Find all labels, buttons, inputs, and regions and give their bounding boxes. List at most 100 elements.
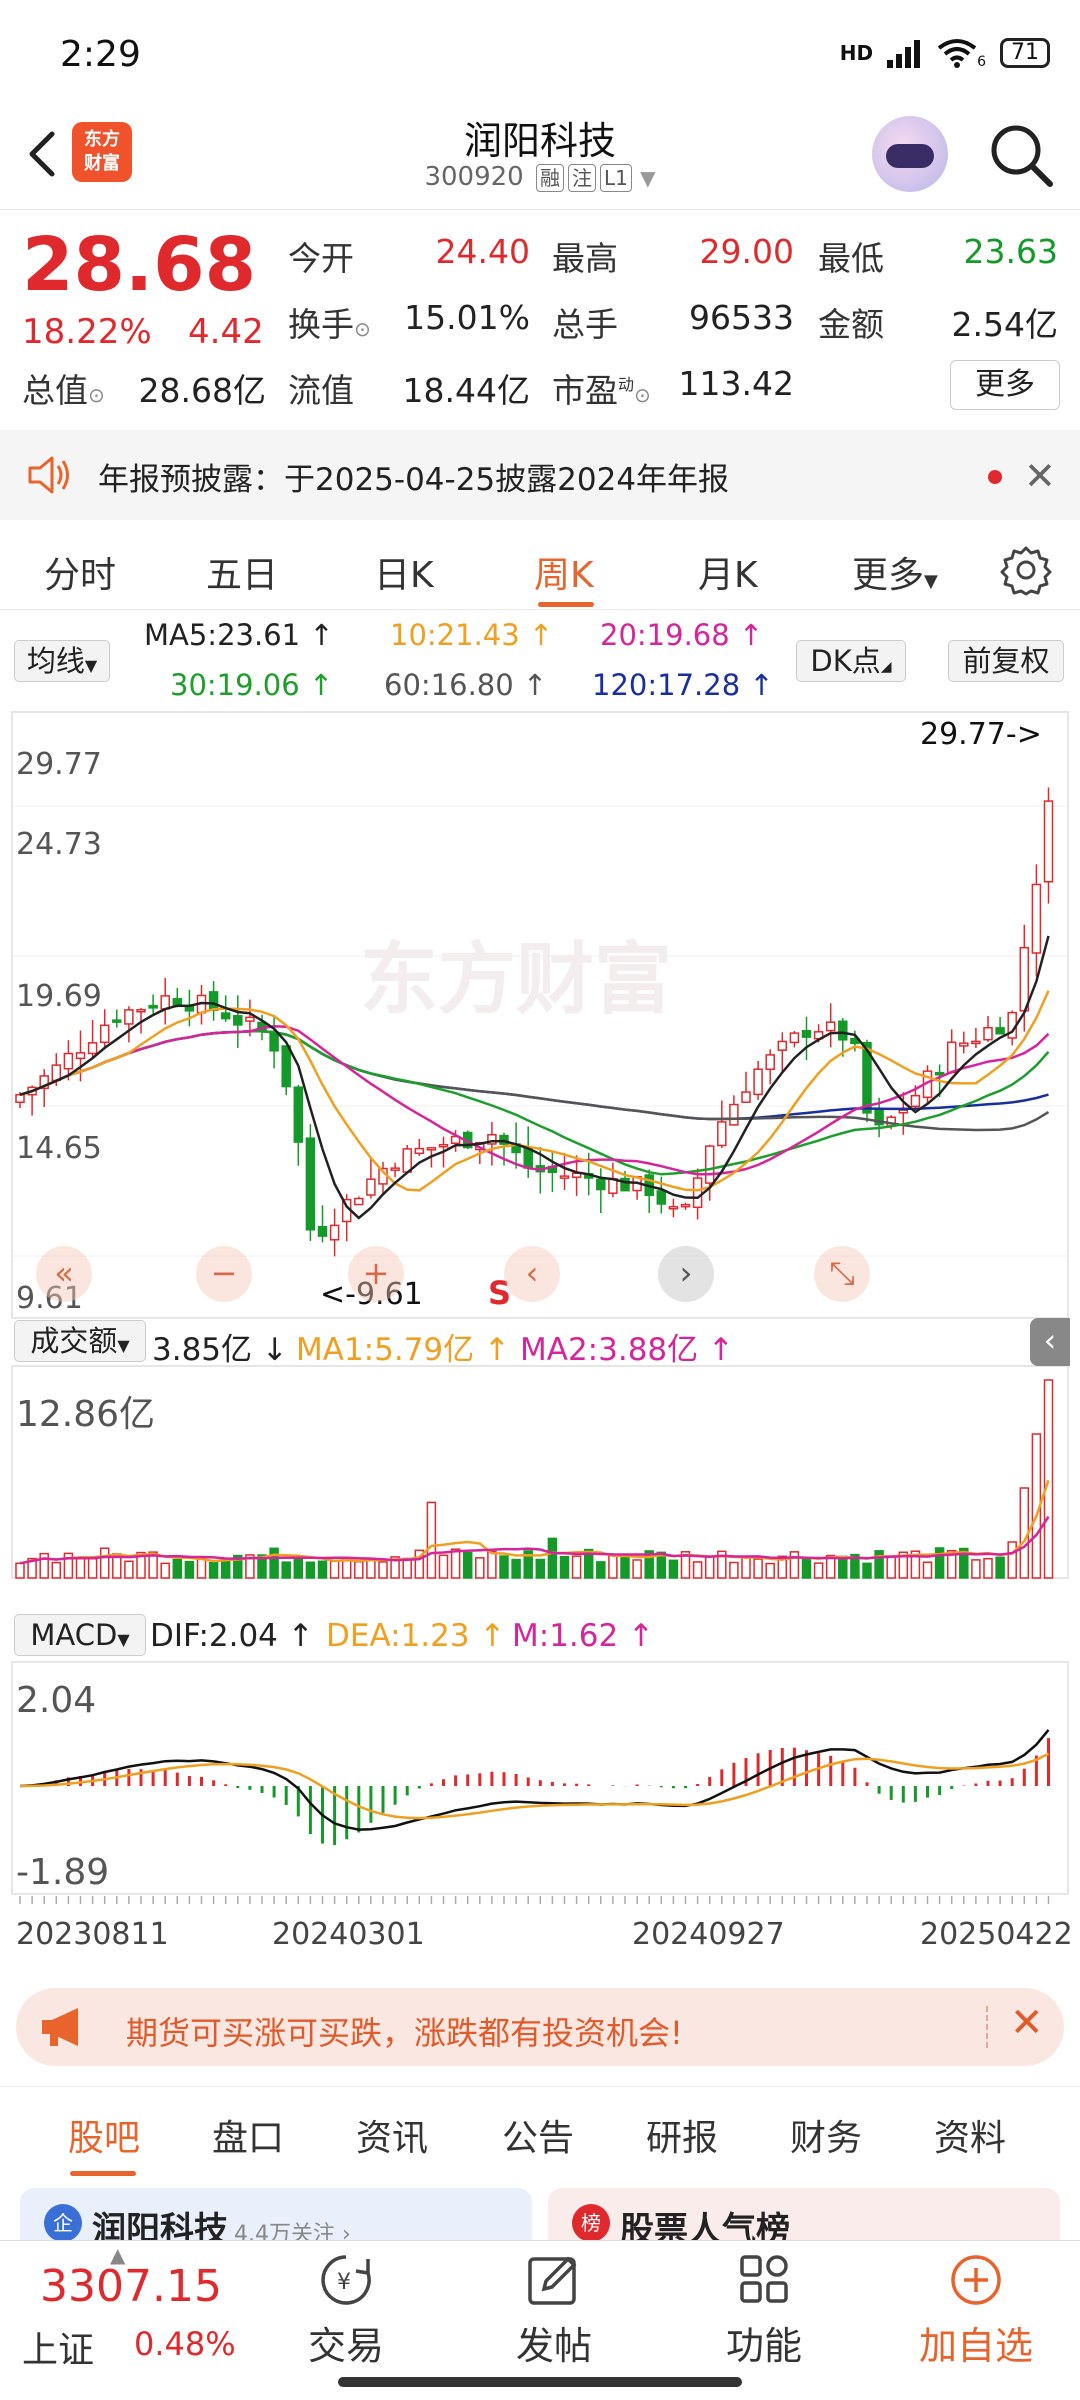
nav-label: 功能 xyxy=(725,2324,802,2368)
volume-selector[interactable]: 成交额▼ xyxy=(14,1320,146,1362)
tab-weekly-k[interactable]: 周K xyxy=(534,546,594,598)
high-value: 29.00 xyxy=(699,232,794,271)
macd-selector[interactable]: MACD▼ xyxy=(14,1614,146,1656)
unread-dot xyxy=(988,470,1002,484)
info-icon: ⊙ xyxy=(634,383,651,407)
volume-bar xyxy=(99,1547,110,1579)
tab-intraday[interactable]: 分时 xyxy=(44,546,116,598)
date-label: 20240301 xyxy=(272,1917,425,1952)
info-icon: ⊙ xyxy=(88,383,105,407)
scroll-right-icon[interactable]: › xyxy=(658,1246,714,1302)
search-icon[interactable] xyxy=(986,120,1056,190)
volume-bar xyxy=(196,1557,207,1579)
caret-down-icon: ▼ xyxy=(117,1630,130,1649)
dif-line xyxy=(19,1729,1050,1831)
volume-ymax: 12.86亿 xyxy=(16,1394,155,1435)
company-badge-icon: 企 xyxy=(44,2204,82,2242)
tab-daily-k[interactable]: 日K xyxy=(374,546,434,598)
turnover-label[interactable]: 换手⊙ xyxy=(288,298,371,346)
candle-body xyxy=(136,1009,146,1013)
popularity-card[interactable]: 榜 股票人气榜 xyxy=(548,2188,1060,2242)
futures-ad-banner[interactable]: 期货可买涨可买跌，涨跌都有投资机会! ✕ xyxy=(16,1988,1064,2066)
candle-body xyxy=(124,1009,134,1025)
tab-research[interactable]: 研报 xyxy=(646,2109,718,2161)
volume-legend: 成交额▼ 3.85亿 ↓ MA1:5.79亿 ↑ MA2:3.88亿 ↑ ‹ xyxy=(0,1318,1080,1368)
status-bar: 2:29 HD 6 71 xyxy=(0,0,1080,110)
candle-body xyxy=(680,1203,691,1208)
date-axis-ticks xyxy=(19,1896,1050,1904)
tab-profile[interactable]: 资料 xyxy=(934,2109,1006,2161)
tab-forum[interactable]: 股吧 xyxy=(68,2109,140,2161)
collapse-panel-icon[interactable]: ‹ xyxy=(1030,1318,1070,1366)
ma-selector[interactable]: 均线▼ xyxy=(14,640,110,682)
candle-body xyxy=(995,1027,1005,1035)
close-icon[interactable]: ✕ xyxy=(1010,2000,1044,2046)
volume-bar xyxy=(971,1559,981,1579)
volume-bar xyxy=(704,1555,715,1579)
ma60-value: 60:16.80 ↑ xyxy=(384,668,548,702)
close-icon[interactable]: ✕ xyxy=(1024,454,1056,498)
volume-bar xyxy=(995,1556,1005,1579)
volume-bar xyxy=(160,1562,170,1579)
nav-trade[interactable]: ¥ 交易 xyxy=(276,2253,416,2370)
candle-body xyxy=(1019,946,1030,1012)
volume-bar xyxy=(487,1550,497,1579)
open-value: 24.40 xyxy=(435,232,530,271)
edit-icon xyxy=(528,2256,577,2305)
tab-news[interactable]: 资讯 xyxy=(356,2109,428,2161)
apps-icon xyxy=(740,2255,788,2303)
caret-down-icon: ▼ xyxy=(117,1336,130,1355)
volume-bar xyxy=(1043,1379,1054,1579)
nav-post[interactable]: 发帖 xyxy=(484,2253,624,2370)
more-button[interactable]: 更多 xyxy=(950,360,1060,410)
zoom-out-icon[interactable]: − xyxy=(196,1246,252,1302)
volume-bar xyxy=(438,1554,449,1579)
volume-bar xyxy=(838,1555,848,1579)
volume-bar xyxy=(220,1558,231,1579)
volume-bar xyxy=(632,1559,642,1579)
volume-bar xyxy=(922,1561,933,1579)
notice-bar[interactable]: 年报预披露：于2025-04-25披露2024年年报 ✕ xyxy=(0,430,1080,520)
volume-bar xyxy=(620,1556,630,1579)
nav-functions[interactable]: 功能 xyxy=(694,2253,834,2370)
tab-order-book[interactable]: 盘口 xyxy=(212,2109,284,2161)
nav-label: 发帖 xyxy=(515,2324,592,2368)
gear-icon[interactable] xyxy=(1000,544,1052,596)
signal-icon xyxy=(887,40,921,68)
pe-label[interactable]: 市盈动⊙ xyxy=(552,364,651,412)
volume-bar xyxy=(75,1556,86,1579)
tab-monthly-k[interactable]: 月K xyxy=(698,546,758,598)
fullscreen-icon[interactable]: ⤡ xyxy=(814,1246,870,1302)
volume-label: 总手 xyxy=(552,305,618,344)
dk-point-button[interactable]: DK点◢ xyxy=(796,640,906,682)
scroll-left-icon[interactable]: ‹ xyxy=(504,1246,560,1302)
market-cap-label[interactable]: 总值⊙ xyxy=(22,364,105,412)
candle-body xyxy=(838,1020,848,1041)
ad-text: 期货可买涨可买跌，涨跌都有投资机会! xyxy=(126,2014,683,2052)
zoom-in-icon[interactable]: + xyxy=(348,1246,404,1302)
tab-financials[interactable]: 财务 xyxy=(790,2109,862,2161)
candle-body xyxy=(293,1086,304,1143)
bottom-nav: ▲ 3307.15 上证 0.48% ¥ 交易 发帖 功能 加自选 xyxy=(0,2240,1080,2400)
change-amount: 4.42 xyxy=(188,312,264,352)
nav-add-watchlist[interactable]: 加自选 xyxy=(906,2253,1046,2370)
robot-assistant-avatar[interactable] xyxy=(872,116,948,192)
macd-lines-layer xyxy=(19,1729,1050,1831)
ma10-value: 10:21.43 ↑ xyxy=(390,618,554,652)
tab-announcements[interactable]: 公告 xyxy=(502,2109,574,2161)
tab-more[interactable]: 更多▼ xyxy=(852,546,938,598)
candle-body xyxy=(692,1177,703,1209)
adjust-button[interactable]: 前复权 xyxy=(948,640,1064,682)
macd-ymin: -1.89 xyxy=(16,1852,109,1893)
volume-bar xyxy=(450,1548,461,1579)
forum-card[interactable]: 企 润阳科技 4.4万关注 › xyxy=(20,2188,532,2242)
turnover-value: 15.01% xyxy=(404,298,530,337)
chevron-down-icon: ▼ xyxy=(640,166,656,190)
pe-value: 113.42 xyxy=(678,364,794,403)
rewind-icon[interactable]: « xyxy=(36,1246,92,1302)
candle-body xyxy=(765,1054,775,1071)
tab-five-day[interactable]: 五日 xyxy=(206,546,278,598)
volume-bar xyxy=(729,1561,739,1579)
candle-body xyxy=(801,1029,812,1038)
macd-frame xyxy=(11,1661,1069,1895)
